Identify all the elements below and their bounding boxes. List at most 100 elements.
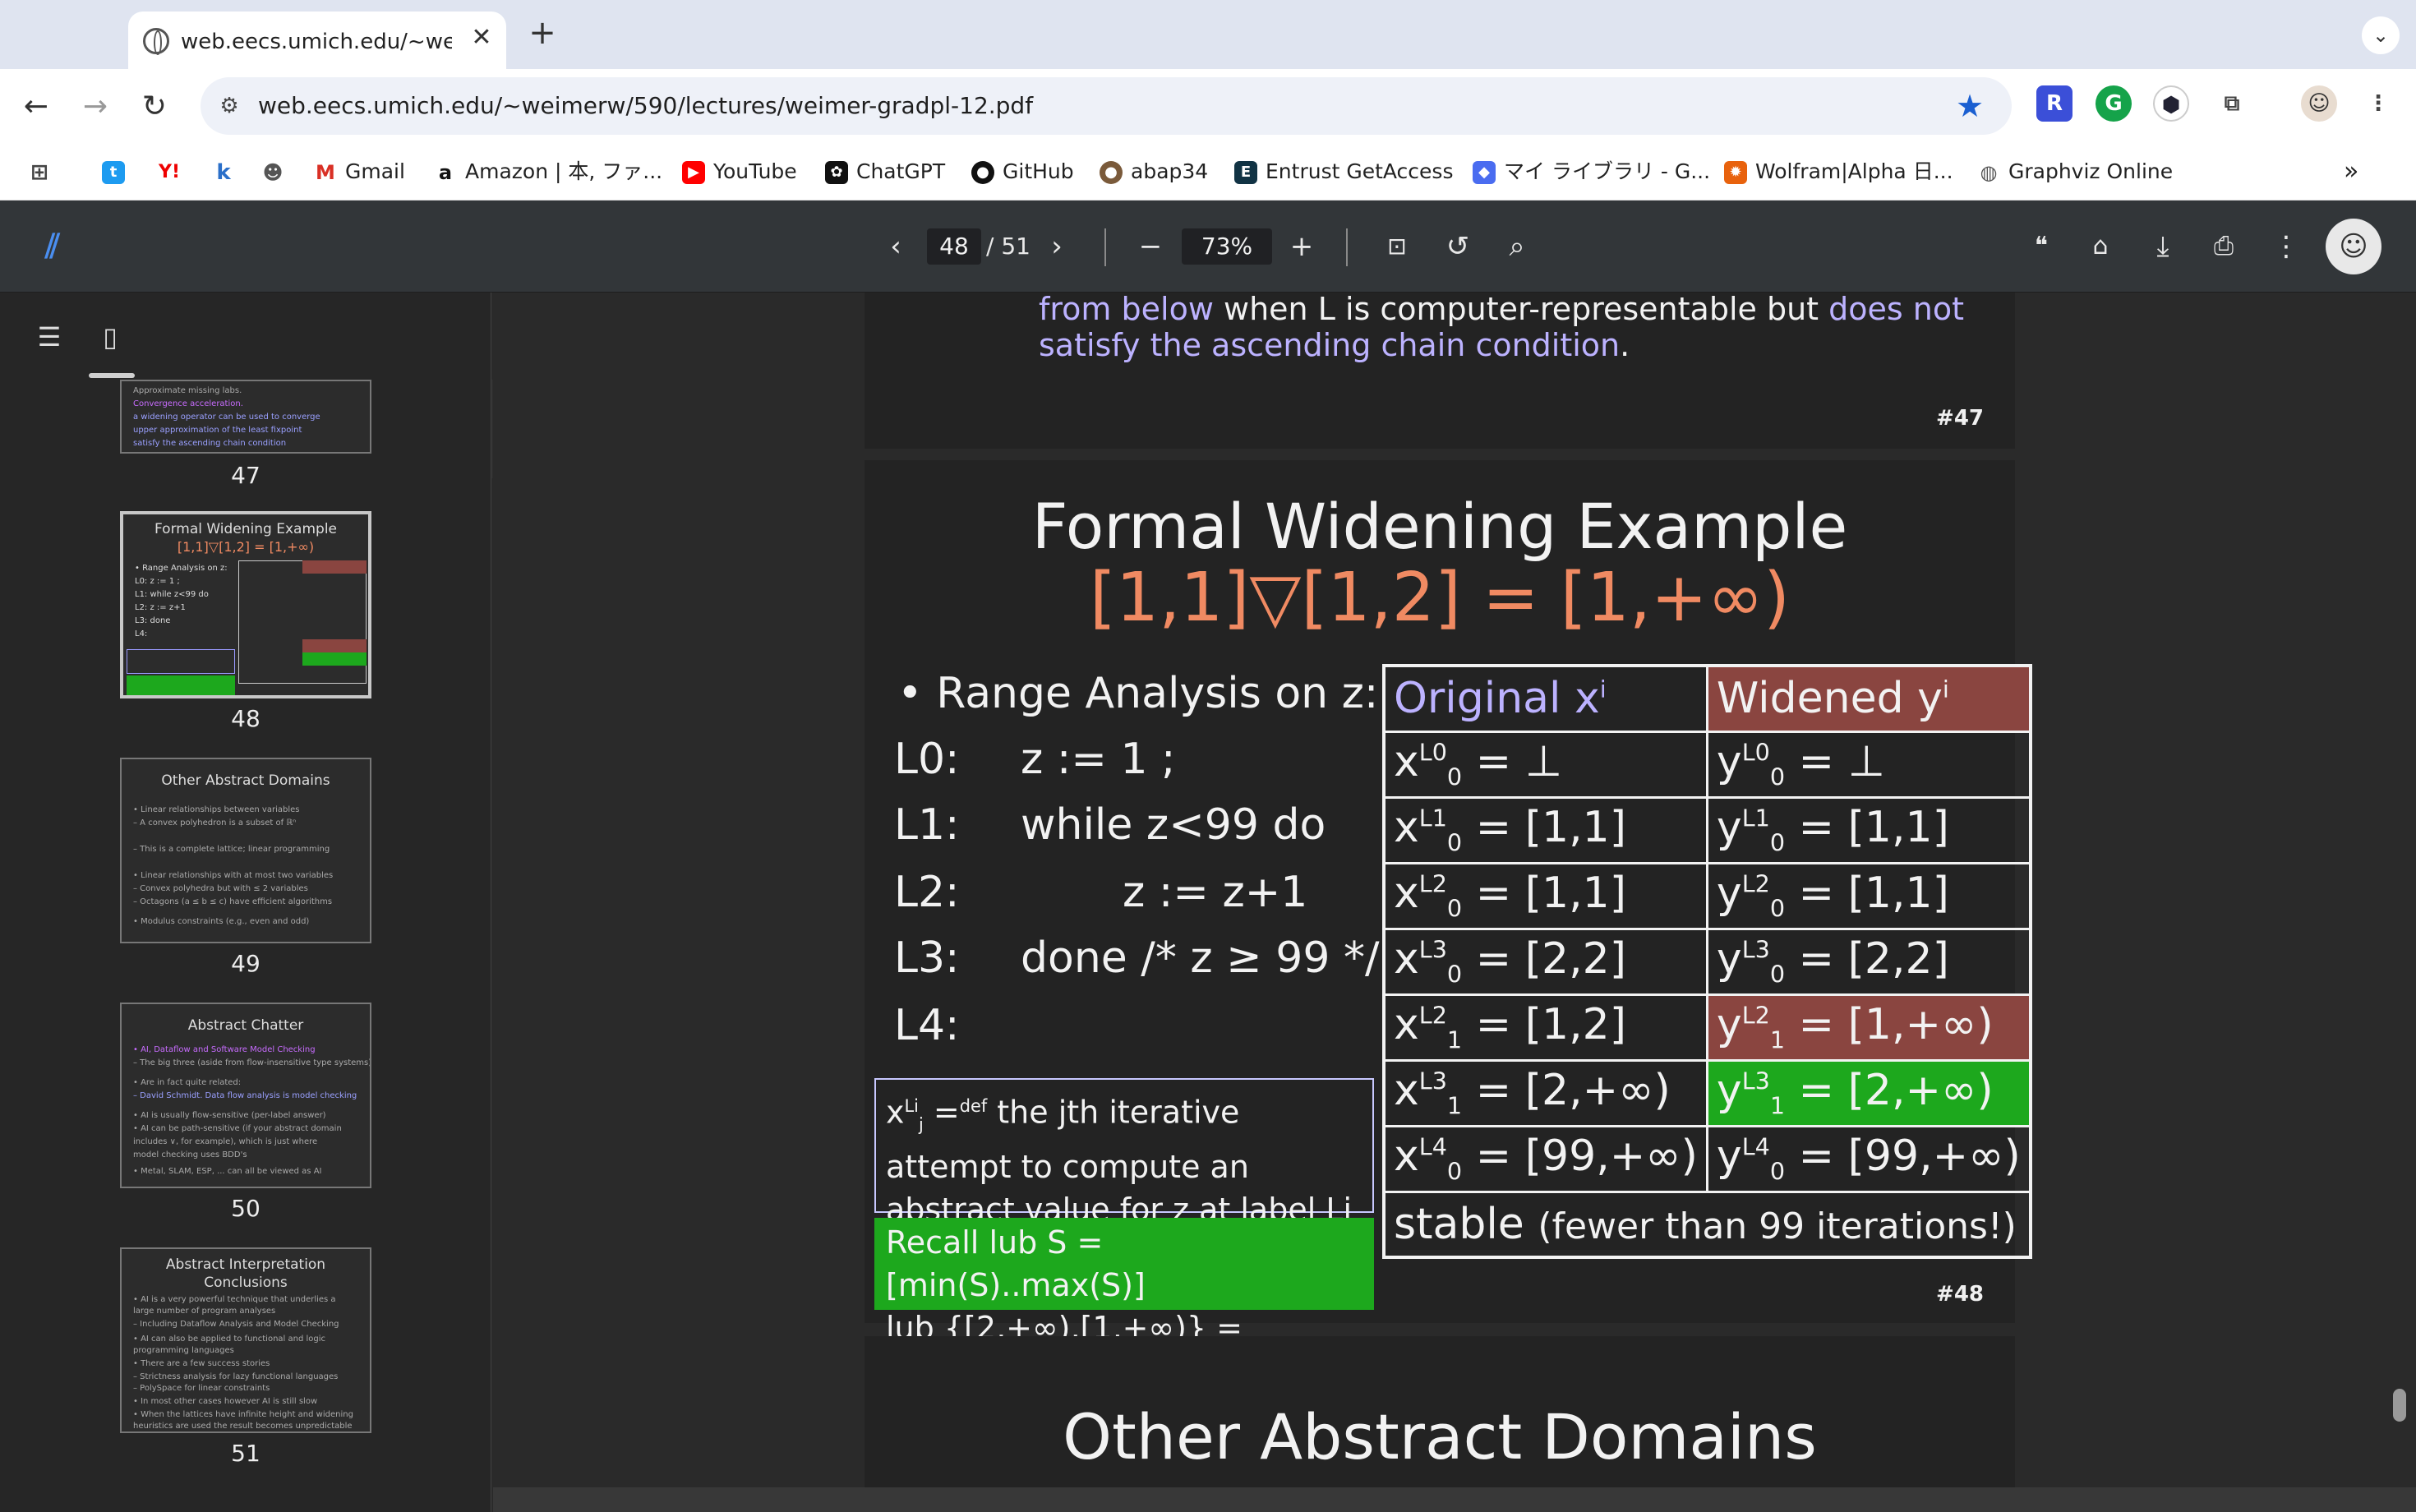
reload-icon[interactable]: ↻ — [135, 87, 174, 127]
print-icon[interactable]: ⎙ — [2204, 227, 2243, 266]
table-row: xL10 = [1,1] yL10 = [1,1] — [1382, 795, 2032, 864]
recall-line: Recall lub S = [min(S)..max(S)] — [886, 1224, 1146, 1303]
bookmark-github[interactable]: ● GitHub — [971, 156, 1074, 187]
bookmarks-bar: ⊞ t Y! k ☻ M Gmail a Amazon | 本, ファ... ▶ Yo… — [0, 143, 2416, 201]
url-text[interactable]: web.eecs.umich.edu/~weimerw/590/lectures… — [258, 92, 1033, 119]
divider — [1346, 228, 1348, 266]
table-cell: xL40 = [99,+∞) — [1382, 1124, 1708, 1193]
table-row: xL30 = [2,2] yL30 = [2,2] — [1382, 927, 2032, 996]
globe-icon — [143, 28, 169, 55]
table-cell: yL00 = ⊥ — [1705, 730, 2032, 799]
bookmark-wolfram[interactable]: ✹ Wolfram|Alpha 日... — [1724, 156, 1953, 187]
back-arrow-icon[interactable]: ← — [16, 87, 56, 127]
table-cell: xL20 = [1,1] — [1382, 861, 1708, 930]
table-header: Original xi — [1382, 664, 1708, 733]
slide-48: Formal Widening Example [1,1]▽[1,2] = [1… — [865, 460, 2032, 1389]
code-label: L3: — [894, 933, 960, 983]
table-cell: xL10 = [1,1] — [1382, 795, 1708, 864]
fit-page-icon[interactable]: ⊡ — [1377, 227, 1417, 266]
thumbnails-page-icon[interactable]: ▯ — [90, 317, 130, 357]
thumbnail-page-50[interactable]: Abstract Chatter • AI, Dataflow and Soft… — [120, 1003, 371, 1188]
table-header-row: Original xi Widened yi — [1382, 664, 2032, 733]
thumbnail-page-51[interactable]: Abstract Interpretation Conclusions • AI… — [120, 1247, 371, 1433]
thumbnail-page-47[interactable]: Approximate missing labs. Convergence ac… — [120, 380, 371, 454]
code-label: L4: — [894, 1001, 960, 1050]
thumbnail-label: 48 — [231, 705, 261, 732]
tab-search-chevron-icon[interactable]: ⌄ — [2362, 16, 2400, 54]
zoom-out-icon[interactable]: − — [1131, 227, 1170, 266]
scholar-icon[interactable]: ⌂ — [2081, 227, 2120, 266]
definition-box: xLij =def the jth iterative attempt to c… — [874, 1078, 1374, 1228]
pdf-toolbar: ⫽ ‹ 48 / 51 › − 73% + ⊡ ↺ ⌕ ❝ ⌂ ⤓ ⎙ ⋮ ☺ — [0, 201, 2416, 293]
table-row: xL21 = [1,2] yL21 = [1,+∞) — [1382, 993, 2032, 1062]
slide-number: #48 — [1936, 1282, 1984, 1307]
bookmark-library[interactable]: ◆ マイ ライブラリ - G... — [1473, 156, 1710, 187]
table-row: stable (fewer than 99 iterations!) — [1382, 1190, 2032, 1259]
extensions-puzzle-icon[interactable]: ⧉ — [2214, 85, 2250, 122]
forward-arrow-icon[interactable]: → — [76, 87, 115, 127]
bookmark-entrust[interactable]: E Entrust GetAccess — [1234, 156, 1453, 187]
bookmark-k[interactable]: k — [212, 156, 243, 187]
table-cell: yL20 = [1,1] — [1705, 861, 2032, 930]
download-icon[interactable]: ⤓ — [2143, 227, 2183, 266]
browser-menu-icon[interactable]: ⋮ — [2360, 85, 2396, 122]
bookmark-owl[interactable]: ☻ — [261, 156, 293, 187]
code-stmt: z := z+1 — [1123, 868, 1308, 917]
vertical-scrollbar-thumb[interactable] — [2393, 1389, 2406, 1422]
page-number-input[interactable]: 48 — [927, 228, 981, 265]
code-stmt: done /* z ≥ 99 */ — [1021, 933, 1380, 983]
thumbnail-sidebar: ☰ ▯ Approximate missing labs. Convergenc… — [0, 293, 491, 1512]
tab-strip: web.eecs.umich.edu/~weimer ✕ + ⌄ — [0, 0, 2416, 69]
annotate-icon[interactable]: ❝ — [2022, 227, 2061, 266]
table-cell: yL30 = [2,2] — [1705, 927, 2032, 996]
widening-table: Original xi Widened yi xL00 = ⊥ yL00 = ⊥… — [1382, 664, 2032, 1259]
table-row: xL40 = [99,+∞) yL40 = [99,+∞) — [1382, 1124, 2032, 1193]
horizontal-scrollbar[interactable] — [493, 1487, 2416, 1512]
grammarly-icon[interactable]: G — [2096, 85, 2132, 122]
bookmark-youtube[interactable]: ▶ YouTube — [682, 156, 797, 187]
bookmark-chatgpt[interactable]: ✿ ChatGPT — [825, 156, 945, 187]
tab-close-icon[interactable]: ✕ — [467, 23, 496, 53]
slide-text: satisfy the ascending chain condition. — [1039, 327, 1630, 363]
outline-icon[interactable]: ☰ — [30, 317, 69, 357]
table-header: Widened yi — [1705, 664, 2032, 733]
slide-number: #47 — [1936, 406, 1984, 431]
prev-page-icon[interactable]: ‹ — [876, 227, 915, 266]
browser-tab[interactable]: web.eecs.umich.edu/~weimer ✕ — [128, 12, 506, 69]
site-info-icon[interactable]: ⚙ — [212, 89, 247, 123]
extension-hex-icon[interactable]: ⬢ — [2153, 85, 2189, 122]
rotate-icon[interactable]: ↺ — [1438, 227, 1478, 266]
apps-grid-icon[interactable]: ⊞ — [28, 156, 59, 187]
table-cell: xL30 = [2,2] — [1382, 927, 1708, 996]
next-page-icon[interactable]: › — [1037, 227, 1077, 266]
table-cell: yL10 = [1,1] — [1705, 795, 2032, 864]
bookmark-twitter[interactable]: t — [102, 156, 133, 187]
thumbnail-label: 51 — [231, 1440, 261, 1467]
zoom-in-icon[interactable]: + — [1282, 227, 1321, 266]
avatar[interactable]: ☺ — [2326, 219, 2381, 274]
extension-r-icon[interactable]: R — [2036, 85, 2073, 122]
bookmark-graphviz[interactable]: ◍ Graphviz Online — [1977, 156, 2174, 187]
bookmark-yahoo[interactable]: Y! — [158, 156, 189, 187]
bookmark-star-icon[interactable]: ★ — [1951, 87, 1989, 125]
table-cell: xL21 = [1,2] — [1382, 993, 1708, 1062]
bookmark-amazon[interactable]: a Amazon | 本, ファ... — [434, 156, 662, 187]
thumbnail-page-49[interactable]: Other Abstract Domains • Linear relation… — [120, 758, 371, 943]
bookmark-abap34[interactable]: ● abap34 — [1100, 156, 1208, 187]
pdf-document-area[interactable]: from below when L is computer-representa… — [493, 293, 2416, 1487]
slide-title: Other Abstract Domains — [1063, 1400, 1817, 1473]
bookmarks-overflow-icon[interactable]: » — [2344, 156, 2358, 187]
more-options-icon[interactable]: ⋮ — [2266, 227, 2306, 266]
new-tab-button[interactable]: + — [526, 15, 559, 51]
address-bar[interactable]: ⚙ web.eecs.umich.edu/~weimerw/590/lectur… — [201, 77, 2012, 135]
bookmark-gmail[interactable]: M Gmail — [314, 156, 405, 187]
search-icon[interactable]: ⌕ — [1497, 227, 1537, 266]
thumbnail-page-48[interactable]: Formal Widening Example [1,1]▽[1,2] = [1… — [120, 511, 371, 698]
profile-avatar[interactable]: ☺ — [2301, 85, 2337, 122]
slide-49: Other Abstract Domains — [865, 1336, 2015, 1487]
zoom-input[interactable]: 73% — [1182, 228, 1272, 265]
table-row: xL31 = [2,+∞) yL31 = [2,+∞) — [1382, 1058, 2032, 1127]
browser-toolbar: ← → ↻ ⚙ web.eecs.umich.edu/~weimerw/590/… — [0, 69, 2416, 143]
table-cell: xL31 = [2,+∞) — [1382, 1058, 1708, 1127]
page-total: / 51 — [986, 233, 1030, 260]
